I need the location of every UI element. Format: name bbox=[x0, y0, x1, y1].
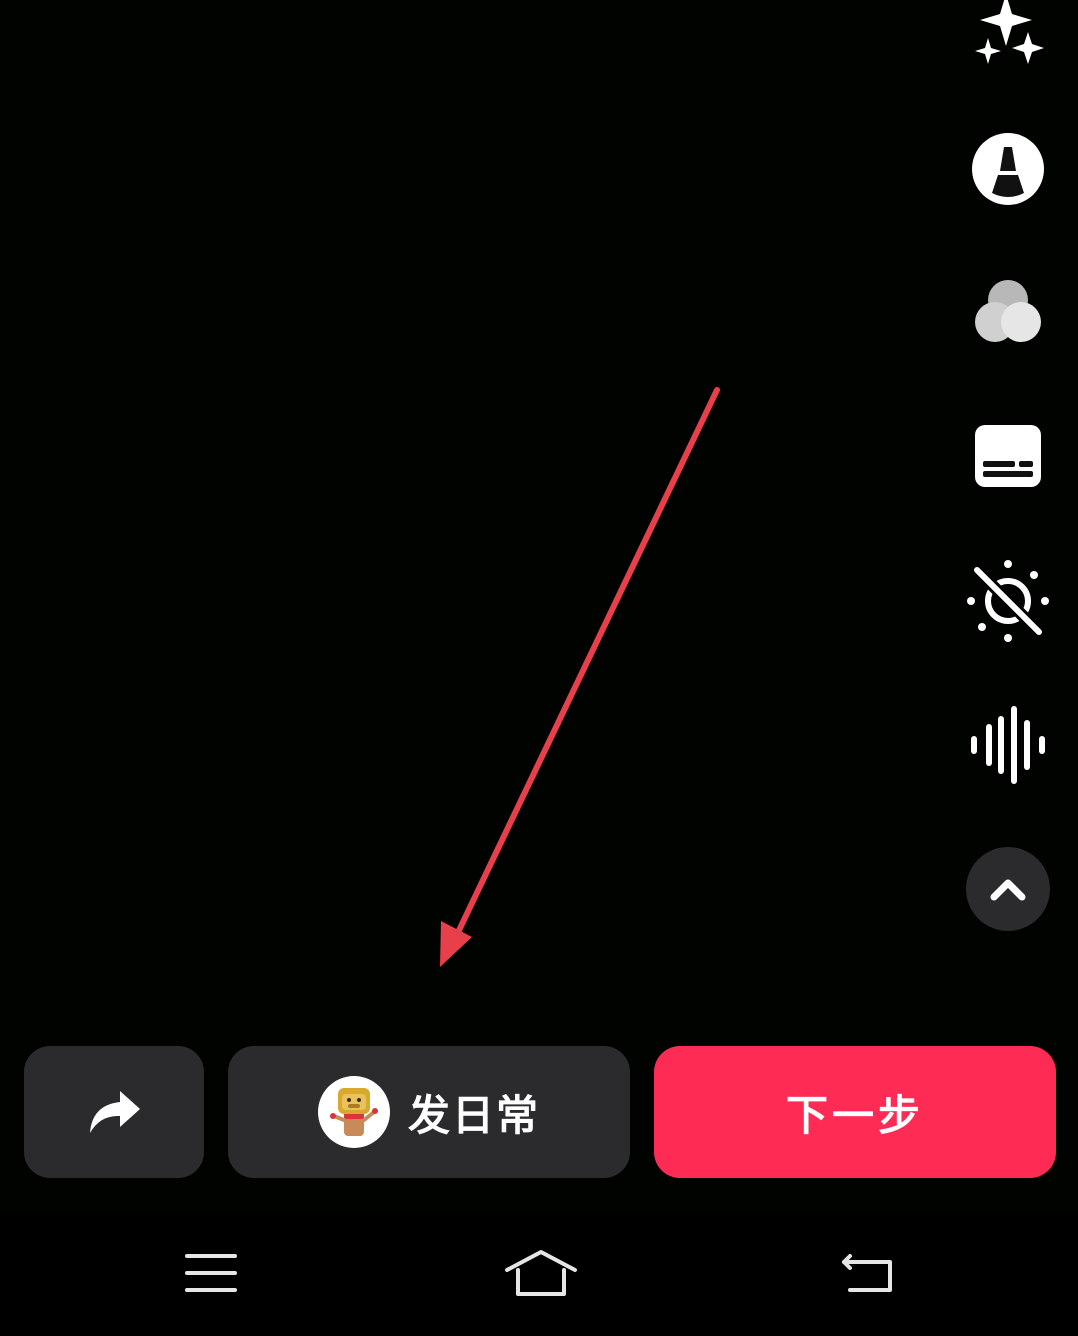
next-step-label: 下一步 bbox=[785, 1090, 924, 1140]
subtitle-icon bbox=[975, 425, 1041, 487]
video-preview bbox=[0, 0, 1078, 1210]
nav-back-button[interactable] bbox=[818, 1240, 918, 1306]
beautify-button[interactable] bbox=[960, 121, 1056, 217]
avatar-lion-icon bbox=[329, 1088, 378, 1136]
subtitle-button[interactable] bbox=[960, 408, 1056, 504]
post-daily-label: 发日常 bbox=[407, 1090, 540, 1140]
effects-button[interactable] bbox=[960, 0, 1056, 78]
back-icon bbox=[842, 1254, 892, 1292]
menu-icon bbox=[185, 1254, 237, 1292]
next-step-button[interactable]: 下一步 bbox=[654, 1046, 1056, 1178]
post-daily-button[interactable]: 发日常 bbox=[228, 1046, 630, 1178]
beautify-icon bbox=[972, 133, 1044, 205]
bottom-action-bar: 发日常 下一步 bbox=[0, 1046, 1078, 1178]
nav-menu-button[interactable] bbox=[161, 1240, 261, 1306]
chevron-up-icon bbox=[990, 879, 1026, 901]
collapse-toolbar-button[interactable] bbox=[966, 847, 1050, 931]
system-nav-bar bbox=[0, 1210, 1078, 1336]
filter-button[interactable] bbox=[960, 264, 1056, 360]
avatar bbox=[317, 1076, 390, 1148]
share-arrow-icon bbox=[90, 1091, 140, 1133]
home-icon bbox=[505, 1250, 577, 1296]
audio-wave-icon bbox=[971, 706, 1045, 784]
audio-button[interactable] bbox=[960, 697, 1056, 793]
sparkle-effects-icon bbox=[975, 0, 1044, 64]
filter-icon bbox=[975, 280, 1041, 342]
flash-off-icon bbox=[967, 560, 1049, 642]
share-button[interactable] bbox=[24, 1046, 204, 1178]
flash-button[interactable] bbox=[960, 553, 1056, 649]
nav-home-button[interactable] bbox=[491, 1240, 591, 1306]
